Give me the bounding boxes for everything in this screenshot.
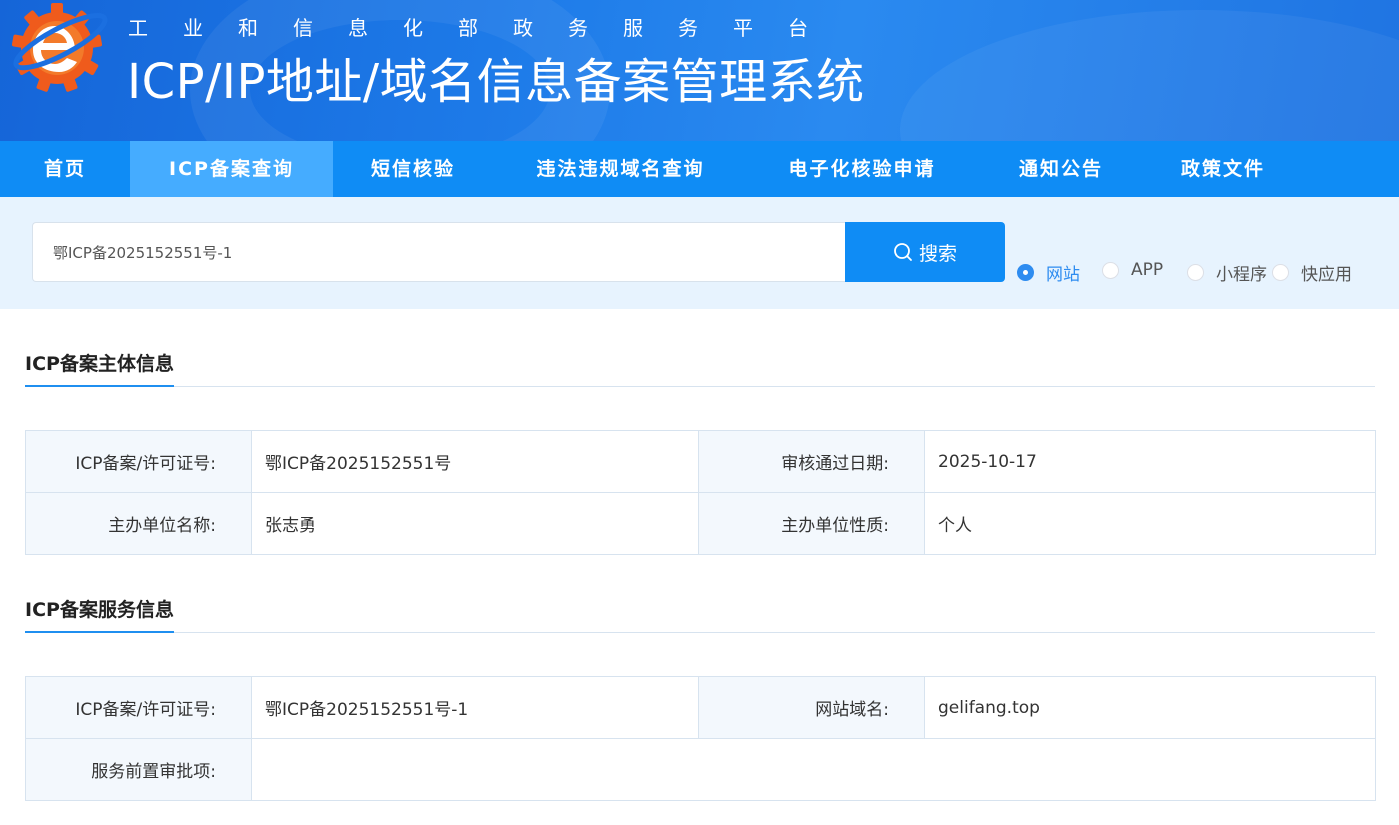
table-row: 主办单位名称: 张志勇 主办单位性质: 个人 xyxy=(25,492,1376,555)
radio-unchecked-icon xyxy=(1187,264,1204,281)
radio-quick-app[interactable]: 快应用 xyxy=(1272,260,1352,285)
field-label: 审核通过日期: xyxy=(698,430,925,493)
field-label: 网站域名: xyxy=(698,676,925,739)
section-title-subject: ICP备案主体信息 xyxy=(25,343,174,387)
radio-mini-program[interactable]: 小程序 xyxy=(1187,260,1267,285)
site-header: 工业和信息化部政务服务平台 ICP/IP地址/域名信息备案管理系统 xyxy=(0,0,1399,141)
field-label: 主办单位性质: xyxy=(698,492,925,555)
table-row: ICP备案/许可证号: 鄂ICP备2025152551号 审核通过日期: 202… xyxy=(25,430,1376,493)
radio-checked-icon xyxy=(1017,264,1034,281)
nav-item-notices[interactable]: 通知公告 xyxy=(976,141,1146,197)
section-header-subject: ICP备案主体信息 xyxy=(25,343,1375,387)
service-info-table: ICP备案/许可证号: 鄂ICP备2025152551号-1 网站域名: gel… xyxy=(25,676,1376,801)
miit-logo-icon xyxy=(11,3,108,92)
radio-label: 网站 xyxy=(1046,265,1080,285)
nav-item-sms-verify[interactable]: 短信核验 xyxy=(333,141,493,197)
search-input[interactable] xyxy=(32,222,846,282)
table-row: 服务前置审批项: xyxy=(25,738,1376,801)
main-nav: 首页 ICP备案查询 短信核验 违法违规域名查询 电子化核验申请 通知公告 政策… xyxy=(0,141,1399,197)
field-value: gelifang.top xyxy=(924,676,1376,739)
site-title: ICP/IP地址/域名信息备案管理系统 xyxy=(127,54,865,110)
field-label: 服务前置审批项: xyxy=(25,738,252,801)
nav-item-policy-docs[interactable]: 政策文件 xyxy=(1146,141,1300,197)
nav-item-home[interactable]: 首页 xyxy=(0,141,130,197)
nav-item-e-verify-apply[interactable]: 电子化核验申请 xyxy=(748,141,976,197)
search-button-label: 搜索 xyxy=(918,242,957,265)
search-panel: 搜索 网站 APP 小程序 快应用 xyxy=(0,197,1399,309)
nav-item-icp-query[interactable]: ICP备案查询 xyxy=(130,141,333,197)
radio-unchecked-icon xyxy=(1102,261,1119,279)
field-value: 张志勇 xyxy=(251,492,699,555)
field-value: 个人 xyxy=(924,492,1376,555)
radio-label: 快应用 xyxy=(1301,265,1352,285)
field-label: ICP备案/许可证号: xyxy=(25,676,252,739)
field-label: 主办单位名称: xyxy=(25,492,252,555)
field-label: ICP备案/许可证号: xyxy=(25,430,252,493)
header-decoration xyxy=(900,10,1399,141)
search-button[interactable]: 搜索 xyxy=(845,222,1005,282)
radio-unchecked-icon xyxy=(1272,264,1289,281)
radio-website[interactable]: 网站 xyxy=(1017,260,1080,285)
field-value xyxy=(251,738,1376,801)
radio-label: APP xyxy=(1131,260,1164,280)
section-title-service: ICP备案服务信息 xyxy=(25,589,174,633)
radio-label: 小程序 xyxy=(1216,265,1267,285)
search-icon xyxy=(894,243,912,261)
field-value: 鄂ICP备2025152551号-1 xyxy=(251,676,699,739)
nav-item-illegal-domain-query[interactable]: 违法违规域名查询 xyxy=(493,141,748,197)
header-subtitle: 工业和信息化部政务服务平台 xyxy=(128,16,843,40)
radio-app[interactable]: APP xyxy=(1102,260,1163,280)
field-value: 鄂ICP备2025152551号 xyxy=(251,430,699,493)
subject-info-table: ICP备案/许可证号: 鄂ICP备2025152551号 审核通过日期: 202… xyxy=(25,430,1376,555)
field-value: 2025-10-17 xyxy=(924,430,1376,493)
section-header-service: ICP备案服务信息 xyxy=(25,589,1375,633)
table-row: ICP备案/许可证号: 鄂ICP备2025152551号-1 网站域名: gel… xyxy=(25,676,1376,739)
